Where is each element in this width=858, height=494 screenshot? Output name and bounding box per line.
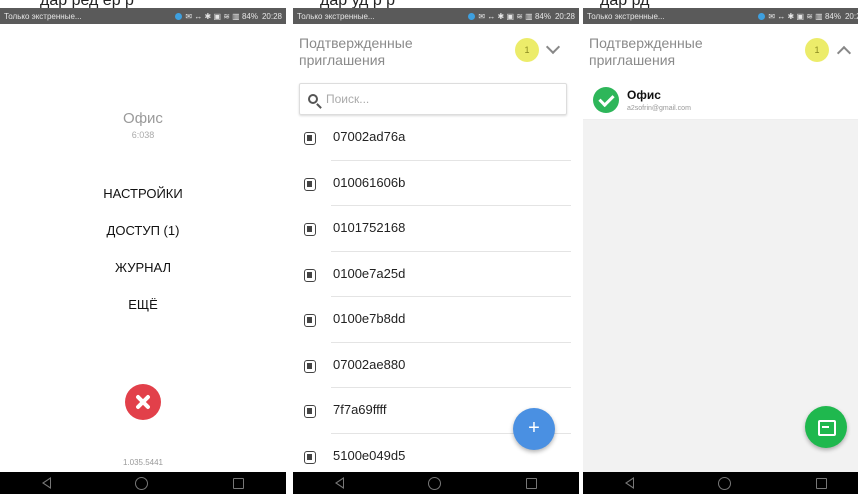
- device-id: 07002ae880: [333, 356, 406, 372]
- search-input[interactable]: [326, 92, 526, 106]
- device-icon: [304, 314, 316, 327]
- close-icon[interactable]: [125, 384, 161, 420]
- phone-screen-devices: Только экстренные... ✉ ↔ ✱ ▣ ≋ ▥ 84% 20:…: [293, 8, 579, 494]
- search-box[interactable]: [299, 83, 567, 115]
- device-id: 0101752168: [333, 220, 406, 235]
- page-title: Подтвержденные приглашения: [299, 35, 413, 68]
- recent-apps-icon[interactable]: [525, 477, 537, 489]
- page-title: Подтвержденные приглашения: [589, 35, 703, 68]
- nav-bar: [0, 472, 286, 494]
- notification-icon: [175, 12, 183, 20]
- clock: 20:28: [554, 11, 575, 21]
- chevron-down-icon[interactable]: [545, 39, 561, 55]
- chevron-up-icon[interactable]: [836, 45, 852, 61]
- device-icon: [304, 450, 316, 464]
- office-menu: НАСТРОЙКИ ДОСТУП (1) ЖУРНАЛ ЕЩЁ: [0, 185, 286, 333]
- caption-2: дар уд р р: [320, 0, 395, 8]
- back-icon[interactable]: [335, 477, 345, 489]
- add-button[interactable]: +: [513, 408, 555, 450]
- invitation-item[interactable]: [583, 76, 858, 120]
- device-icon: [304, 359, 316, 373]
- enter-button[interactable]: [805, 406, 847, 448]
- office-subtitle: 6:038: [131, 130, 155, 140]
- menu-settings[interactable]: НАСТРОЙКИ: [0, 185, 286, 222]
- status-icons: ✉ ↔ ✱ ▣ ≋ ▥ 84%: [185, 11, 258, 21]
- list-item[interactable]: 07002ae880: [293, 343, 579, 388]
- list-item[interactable]: 07002ad76a: [293, 115, 579, 161]
- device-id: 07002ad76a: [333, 129, 406, 144]
- list-item[interactable]: 0101752168: [293, 206, 579, 252]
- status-bar: Только экстренные... ✉ ↔ ✱ ▣ ≋ ▥ 84% 20:…: [583, 8, 858, 24]
- invite-count-badge[interactable]: 1: [515, 38, 539, 62]
- caption-1: дар ред ер р: [40, 0, 134, 8]
- notification-icon: [758, 12, 766, 20]
- list-item[interactable]: 0100e7b8dd: [293, 297, 579, 343]
- device-id: 7f7a69ffff: [333, 402, 387, 417]
- back-icon[interactable]: [42, 477, 52, 489]
- check-icon: [593, 87, 619, 113]
- device-icon: [304, 268, 316, 282]
- status-icons: ✉ ↔ ✱ ▣ ≋ ▥ 84%: [478, 11, 551, 21]
- device-id: 0100e7b8dd: [333, 311, 406, 326]
- list-item[interactable]: 0100e7a25d: [293, 252, 579, 297]
- home-icon[interactable]: [428, 476, 442, 490]
- office-title: Офис: [123, 110, 163, 127]
- recent-apps-icon[interactable]: [815, 477, 827, 489]
- home-icon[interactable]: [135, 476, 149, 490]
- menu-journal[interactable]: ЖУРНАЛ: [0, 259, 286, 296]
- status-bar: Только экстренные... ✉ ↔ ✱ ▣ ≋ ▥ 84% 20:…: [293, 8, 579, 24]
- invitation-name: Офис: [627, 88, 661, 102]
- version-text: 1.035.5441: [122, 458, 164, 467]
- device-icon: [304, 132, 316, 145]
- clock: 20:28: [844, 11, 858, 21]
- recent-apps-icon[interactable]: [232, 477, 244, 489]
- status-bar: Только экстренные... ✉ ↔ ✱ ▣ ≋ ▥ 84% 20:…: [0, 8, 286, 24]
- carrier-text: Только экстренные...: [4, 11, 82, 21]
- back-icon[interactable]: [625, 477, 635, 489]
- nav-bar: [583, 472, 858, 494]
- phone-screen-invitations: Только экстренные... ✉ ↔ ✱ ▣ ≋ ▥ 84% 20:…: [583, 8, 858, 494]
- invite-count-badge[interactable]: 1: [805, 38, 829, 62]
- device-icon: [304, 405, 316, 418]
- phone-screen-office: Только экстренные... ✉ ↔ ✱ ▣ ≋ ▥ 84% 20:…: [0, 8, 286, 494]
- carrier-text: Только экстренные...: [297, 11, 375, 21]
- menu-more[interactable]: ЕЩЁ: [0, 296, 286, 333]
- caption-3: дар рд: [600, 0, 649, 8]
- notification-icon: [468, 12, 476, 20]
- nav-bar: [293, 472, 579, 494]
- clock: 20:28: [261, 11, 282, 21]
- menu-access[interactable]: ДОСТУП (1): [0, 222, 286, 259]
- device-id: 5100e049d5: [333, 447, 406, 463]
- device-id: 0100e7a25d: [333, 265, 406, 281]
- top-caption-strip: дар ред ер р дар уд р р дар рд: [0, 0, 858, 8]
- device-id: 010061606b: [333, 174, 406, 190]
- invitation-email: a2sofrin@gmail.com: [627, 105, 691, 112]
- carrier-text: Только экстренные...: [587, 11, 665, 21]
- home-icon[interactable]: [718, 476, 732, 490]
- device-icon: [304, 223, 316, 236]
- device-icon: [304, 177, 316, 191]
- search-icon: [308, 94, 318, 104]
- list-item[interactable]: 010061606b: [293, 161, 579, 206]
- status-icons: ✉ ↔ ✱ ▣ ≋ ▥ 84%: [768, 11, 841, 21]
